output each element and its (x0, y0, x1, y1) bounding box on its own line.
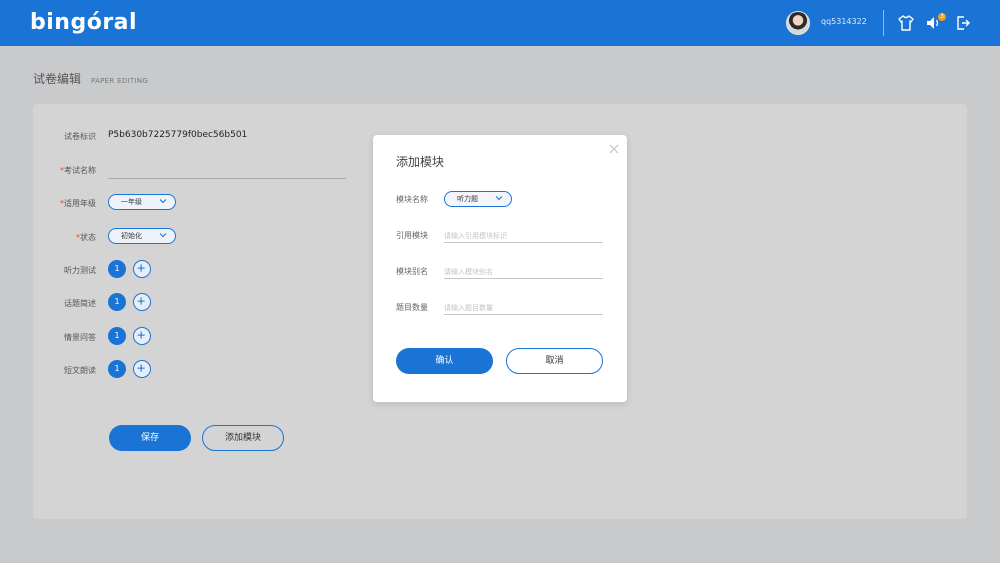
module-name-select-value: 听力题 (457, 195, 478, 203)
module-count-badge: 1 (108, 260, 126, 278)
ref-module-input[interactable] (444, 229, 603, 243)
notification-badge: 3 (938, 13, 946, 21)
question-count-label: 题目数量 (396, 303, 428, 312)
plus-icon (137, 264, 145, 272)
paper-id-value: P5b630b7225779f0bec56b501 (108, 130, 248, 140)
add-item-button[interactable] (133, 260, 151, 278)
username[interactable]: qq5314322 (821, 17, 867, 26)
module-label: 情景问答 (64, 333, 96, 342)
paper-id-label: 试卷标识 (64, 132, 96, 141)
top-bar: bingóral qq5314322 3 (0, 0, 1000, 46)
header-divider (883, 10, 884, 36)
chevron-down-icon (495, 196, 503, 201)
status-label: *状态 (76, 233, 96, 242)
grade-label: *适用年级 (60, 199, 96, 208)
alias-label: 模块别名 (396, 267, 428, 276)
shirt-icon[interactable] (897, 14, 915, 32)
logout-icon[interactable] (954, 14, 972, 32)
status-select[interactable]: 初始化 (108, 228, 176, 244)
status-select-value: 初始化 (121, 232, 142, 240)
add-module-dialog: 添加模块 模块名称 听力题 引用模块 模块别名 题目数量 确认 取消 (373, 135, 627, 402)
chevron-down-icon (159, 199, 167, 204)
plus-icon (137, 331, 145, 339)
confirm-button[interactable]: 确认 (396, 348, 493, 374)
module-label: 短文朗读 (64, 366, 96, 375)
page-title: 试卷编辑 (33, 72, 82, 86)
add-item-button[interactable] (133, 360, 151, 378)
module-name-label: 模块名称 (396, 195, 428, 204)
exam-name-label: *考试名称 (60, 166, 96, 175)
grade-select-value: 一年级 (121, 198, 142, 206)
module-label: 听力测试 (64, 266, 96, 275)
module-name-select[interactable]: 听力题 (444, 191, 512, 207)
grade-select[interactable]: 一年级 (108, 194, 176, 210)
avatar[interactable] (786, 11, 810, 35)
add-item-button[interactable] (133, 293, 151, 311)
plus-icon (137, 297, 145, 305)
ref-module-label: 引用模块 (396, 231, 428, 240)
page-subtitle: PAPER EDITING (91, 77, 149, 85)
add-module-button[interactable]: 添加模块 (202, 425, 284, 451)
chevron-down-icon (159, 233, 167, 238)
plus-icon (137, 364, 145, 372)
module-count-badge: 1 (108, 360, 126, 378)
close-icon[interactable] (608, 143, 620, 155)
module-count-badge: 1 (108, 327, 126, 345)
exam-name-input[interactable] (108, 178, 346, 179)
alias-input[interactable] (444, 265, 603, 279)
question-count-input[interactable] (444, 301, 603, 315)
save-button[interactable]: 保存 (109, 425, 191, 451)
logo: bingóral (30, 10, 138, 35)
module-label: 话题简述 (64, 299, 96, 308)
dialog-title: 添加模块 (396, 155, 445, 169)
cancel-button[interactable]: 取消 (506, 348, 603, 374)
add-item-button[interactable] (133, 327, 151, 345)
module-count-badge: 1 (108, 293, 126, 311)
